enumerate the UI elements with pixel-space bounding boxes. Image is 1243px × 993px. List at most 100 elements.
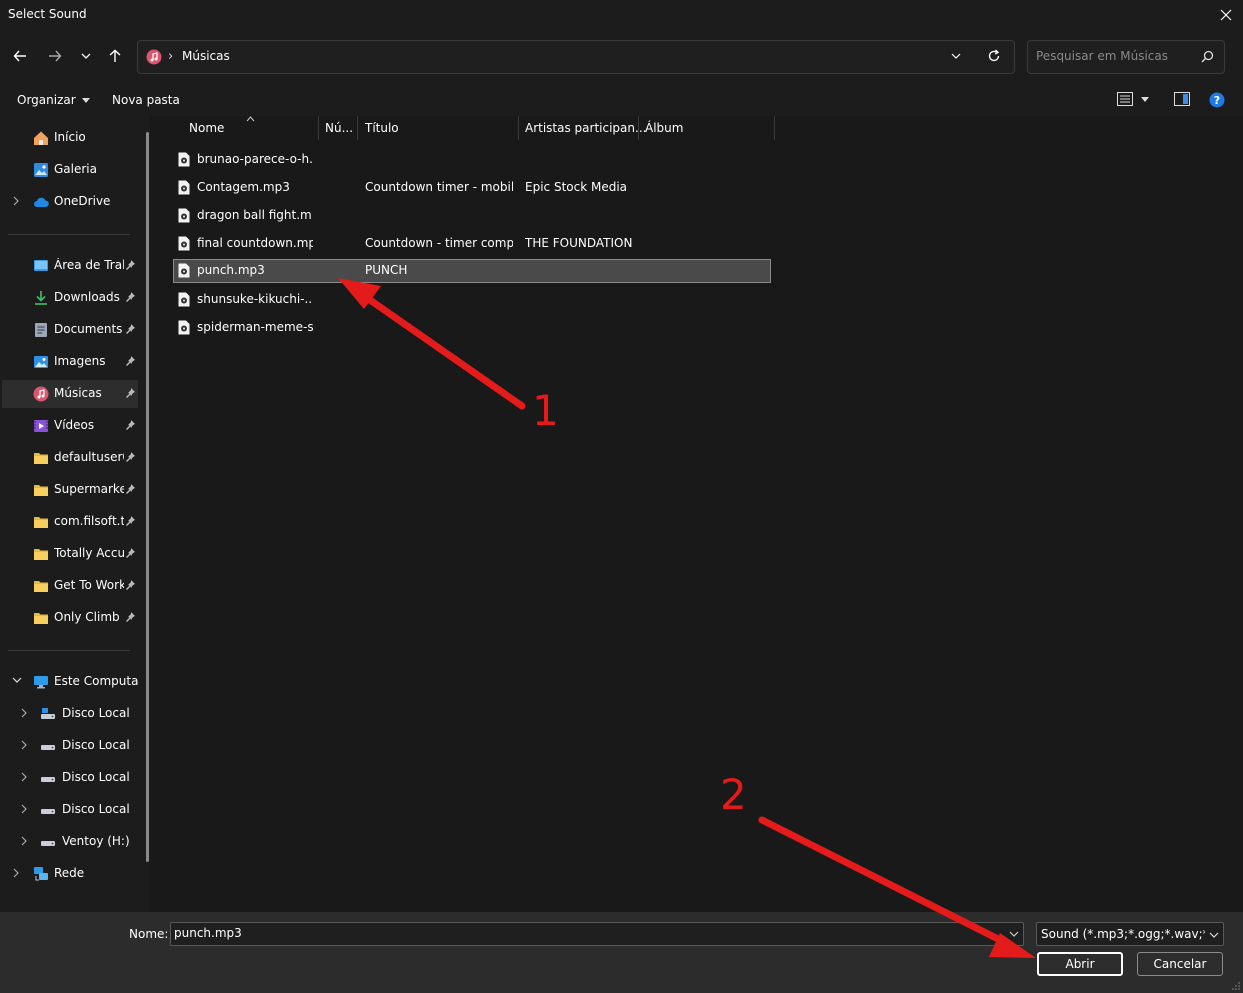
search-input[interactable] xyxy=(1036,49,1196,63)
close-button[interactable] xyxy=(1209,0,1243,30)
file-row[interactable]: brunao-parece-o-h... xyxy=(173,148,771,172)
sidebar-item-inicio[interactable]: Início xyxy=(2,124,138,152)
file-row[interactable]: shunsuke-kikuchi-... xyxy=(173,288,771,312)
column-separator[interactable] xyxy=(518,116,519,140)
column-separator[interactable] xyxy=(318,116,319,140)
sidebar-item-musicas[interactable]: Músicas xyxy=(2,380,138,408)
pin-icon xyxy=(126,516,135,526)
sidebar-item-com-filsoft[interactable]: com.filsoft.ti xyxy=(2,508,138,536)
sidebar-item-defaultuser0[interactable]: defaultuser0 xyxy=(2,444,138,472)
file-row[interactable]: Contagem.mp3 Countdown timer - mobil... … xyxy=(173,176,771,200)
sidebar-item-este-computador[interactable]: Este Computador xyxy=(2,668,138,696)
drive-icon xyxy=(41,777,55,782)
column-separator[interactable] xyxy=(638,116,639,140)
new-folder-button[interactable]: Nova pasta xyxy=(112,93,180,107)
sidebar-item-disco-c[interactable]: Disco Local (C: xyxy=(2,700,138,728)
column-separator[interactable] xyxy=(774,116,775,140)
sidebar-scrollbar[interactable] xyxy=(146,132,149,862)
pin-icon xyxy=(126,420,135,430)
sidebar-item-imagens[interactable]: Imagens xyxy=(2,348,138,376)
change-view-button[interactable] xyxy=(1117,92,1149,106)
column-header-number[interactable]: Nú... xyxy=(325,121,353,135)
search-box[interactable] xyxy=(1027,40,1225,74)
sidebar-item-onedrive[interactable]: OneDrive xyxy=(2,188,138,216)
chevron-down-icon xyxy=(951,53,961,59)
file-type-select[interactable]: Sound (*.mp3;*.ogg;*.wav;*.m4a) xyxy=(1036,922,1224,946)
breadcrumb-musicas[interactable]: Músicas xyxy=(182,49,230,63)
sidebar-item-galeria[interactable]: Galeria xyxy=(2,156,138,184)
navigation-pane: Início Galeria OneDrive Área de Trabalho… xyxy=(0,116,150,912)
sidebar-item-documents[interactable]: Documents xyxy=(2,316,138,344)
file-name: final countdown.mp3 xyxy=(197,236,313,250)
sidebar-item-ventoy[interactable]: Ventoy (H:) xyxy=(2,828,138,856)
sidebar-item-disco-f[interactable]: Disco Local (F: xyxy=(2,764,138,792)
forward-button[interactable] xyxy=(44,44,66,68)
pin-icon xyxy=(126,580,135,590)
sidebar-item-get-to-work[interactable]: Get To Work xyxy=(2,572,138,600)
sidebar-item-videos[interactable]: Vídeos xyxy=(2,412,138,440)
pin-icon xyxy=(126,292,135,302)
window-title: Select Sound xyxy=(8,7,87,21)
open-button[interactable]: Abrir xyxy=(1037,952,1123,976)
file-row-selected[interactable]: punch.mp3 PUNCH xyxy=(173,259,771,283)
sidebar-item-rede[interactable]: Rede xyxy=(2,860,138,888)
up-button[interactable] xyxy=(104,44,126,68)
column-header-title[interactable]: Título xyxy=(365,121,399,135)
search-icon[interactable] xyxy=(1201,50,1214,63)
cancel-button[interactable]: Cancelar xyxy=(1137,952,1223,976)
organize-button[interactable]: Organizar xyxy=(17,93,90,107)
music-icon xyxy=(33,386,49,402)
column-header-album[interactable]: Álbum xyxy=(645,121,683,135)
chevron-right-icon xyxy=(21,804,27,814)
file-name: punch.mp3 xyxy=(197,263,265,277)
back-button[interactable] xyxy=(9,44,31,68)
file-title: Countdown - timer comp... xyxy=(365,236,513,250)
sidebar-item-disco-e[interactable]: Disco Local (E: xyxy=(2,732,138,760)
chevron-right-icon xyxy=(21,836,27,846)
folder-icon xyxy=(34,613,48,624)
home-icon xyxy=(34,131,48,145)
chevron-down-icon xyxy=(1209,932,1219,938)
drive-icon xyxy=(41,841,55,846)
command-toolbar: Organizar Nova pasta ? xyxy=(0,84,1243,116)
sidebar-item-downloads[interactable]: Downloads xyxy=(2,284,138,312)
sidebar-item-only-climb[interactable]: Only Climb E xyxy=(2,604,138,632)
file-artist: THE FOUNDATION xyxy=(525,236,633,250)
sidebar-item-area-de-trabalho[interactable]: Área de Trabalho xyxy=(2,252,138,280)
chevron-down-icon xyxy=(12,677,22,683)
audio-file-icon xyxy=(178,236,190,251)
sidebar-item-totally-accurate[interactable]: Totally Accurate xyxy=(2,540,138,568)
file-title: Countdown timer - mobil... xyxy=(365,180,513,194)
address-history-button[interactable] xyxy=(950,50,962,62)
cloud-icon xyxy=(34,197,49,207)
column-separator[interactable] xyxy=(357,116,358,140)
audio-file-icon xyxy=(178,152,190,167)
file-row[interactable]: final countdown.mp3 Countdown - timer co… xyxy=(173,232,771,256)
help-button[interactable]: ? xyxy=(1209,92,1225,108)
folder-icon xyxy=(34,549,48,560)
pin-icon xyxy=(126,548,135,558)
file-row[interactable]: spiderman-meme-s... xyxy=(173,316,771,340)
file-name: dragon ball fight.m... xyxy=(197,208,313,222)
file-name-input[interactable] xyxy=(174,926,994,940)
desktop-icon xyxy=(34,260,48,271)
refresh-icon xyxy=(988,49,1000,62)
recent-locations-button[interactable] xyxy=(75,44,97,68)
preview-pane-button[interactable] xyxy=(1174,92,1190,106)
column-header-name[interactable]: Nome xyxy=(189,121,224,135)
file-row[interactable]: dragon ball fight.m... xyxy=(173,204,771,228)
address-bar[interactable]: › Músicas xyxy=(137,40,1015,74)
chevron-down-icon[interactable] xyxy=(1009,929,1019,939)
column-header-artists[interactable]: Artistas participan... xyxy=(525,121,646,135)
sidebar-item-disco-g[interactable]: Disco Local (G xyxy=(2,796,138,824)
resize-grip-icon[interactable] xyxy=(1231,981,1241,991)
file-name-combobox[interactable] xyxy=(170,922,1024,946)
refresh-button[interactable] xyxy=(987,49,1001,63)
caret-down-icon xyxy=(1141,96,1149,102)
navigation-bar: › Músicas xyxy=(0,30,1243,84)
drive-icon xyxy=(41,745,55,750)
file-name: shunsuke-kikuchi-... xyxy=(197,292,313,306)
caret-down-icon xyxy=(81,97,90,103)
download-icon xyxy=(35,291,47,305)
sidebar-item-supermarket[interactable]: Supermarket xyxy=(2,476,138,504)
